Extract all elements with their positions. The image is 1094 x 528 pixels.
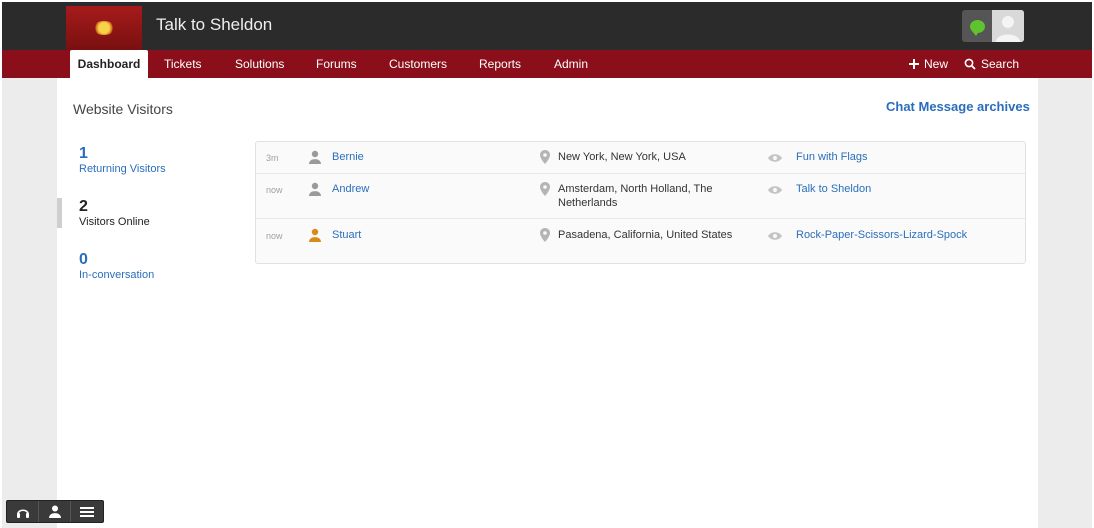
stat-in-conversation[interactable]: 0 In-conversation bbox=[79, 251, 154, 282]
user-avatar[interactable] bbox=[992, 10, 1024, 42]
chat-bubble-icon bbox=[969, 19, 985, 36]
tab-forums[interactable]: Forums bbox=[316, 50, 357, 78]
stat-count: 0 bbox=[79, 251, 88, 268]
visitor-location: Amsterdam, North Holland, The Netherland… bbox=[558, 183, 713, 209]
active-stat-marker bbox=[57, 198, 62, 228]
stat-label: Visitors Online bbox=[79, 216, 150, 228]
visit-time: now bbox=[266, 231, 283, 241]
table-row[interactable]: now Stuart Pasadena, California, United … bbox=[256, 219, 1025, 263]
tab-tickets[interactable]: Tickets bbox=[164, 50, 202, 78]
eye-icon bbox=[768, 186, 782, 194]
tab-reports[interactable]: Reports bbox=[479, 50, 521, 78]
visited-page-link[interactable]: Rock-Paper-Scissors-Lizard-Spock bbox=[796, 229, 967, 241]
stat-visitors-online[interactable]: 2 Visitors Online bbox=[79, 198, 150, 229]
stat-label: In-conversation bbox=[79, 269, 155, 281]
search-button[interactable]: Search bbox=[964, 50, 1019, 78]
profile-button[interactable] bbox=[39, 501, 71, 522]
visitors-table: 3m Bernie New York, New York, USA Fun wi… bbox=[255, 141, 1026, 264]
left-gutter bbox=[2, 78, 57, 528]
tab-solutions[interactable]: Solutions bbox=[235, 50, 284, 78]
location-pin-icon bbox=[540, 150, 550, 164]
visitor-location: Pasadena, California, United States bbox=[558, 229, 733, 241]
search-label: Search bbox=[981, 57, 1020, 71]
app-title: Talk to Sheldon bbox=[156, 15, 273, 34]
top-bar: Talk to Sheldon bbox=[2, 2, 1092, 50]
chat-button[interactable] bbox=[962, 10, 992, 42]
plus-icon bbox=[909, 59, 919, 69]
avatar-person-icon bbox=[992, 10, 1024, 42]
support-button[interactable] bbox=[7, 501, 39, 522]
eye-icon bbox=[768, 232, 782, 240]
person-icon bbox=[309, 182, 321, 196]
person-icon bbox=[48, 505, 61, 518]
eye-icon bbox=[768, 154, 782, 162]
stat-label: Returning Visitors bbox=[79, 163, 166, 175]
right-gutter bbox=[1038, 78, 1092, 528]
table-row[interactable]: 3m Bernie New York, New York, USA Fun wi… bbox=[256, 142, 1025, 174]
visitor-location: New York, New York, USA bbox=[558, 151, 686, 163]
tab-customers[interactable]: Customers bbox=[389, 50, 447, 78]
tab-admin[interactable]: Admin bbox=[554, 50, 588, 78]
visitor-name[interactable]: Stuart bbox=[332, 229, 361, 241]
visitor-name[interactable]: Andrew bbox=[332, 183, 369, 195]
logo-mark bbox=[93, 21, 115, 35]
headset-icon bbox=[16, 508, 29, 518]
visited-page-link[interactable]: Talk to Sheldon bbox=[796, 183, 871, 195]
visitor-name[interactable]: Bernie bbox=[332, 151, 364, 163]
page-title: Website Visitors bbox=[73, 101, 173, 117]
person-icon bbox=[309, 228, 321, 242]
location-pin-icon bbox=[540, 182, 550, 196]
menu-icon bbox=[80, 506, 94, 517]
person-icon bbox=[309, 150, 321, 164]
new-button[interactable]: New bbox=[909, 50, 948, 78]
main-nav: Dashboard Tickets Solutions Forums Custo… bbox=[2, 50, 1092, 78]
table-row[interactable]: now Andrew Amsterdam, North Holland, The… bbox=[256, 174, 1025, 219]
search-icon bbox=[964, 58, 976, 70]
bottom-toolbar bbox=[6, 500, 104, 523]
visit-time: 3m bbox=[266, 153, 279, 163]
stat-count: 2 bbox=[79, 198, 88, 215]
chat-archives-link[interactable]: Chat Message archives bbox=[886, 99, 1030, 114]
location-pin-icon bbox=[540, 228, 550, 242]
visited-page-link[interactable]: Fun with Flags bbox=[796, 151, 868, 163]
stat-count: 1 bbox=[79, 145, 88, 162]
new-label: New bbox=[924, 57, 949, 71]
menu-button[interactable] bbox=[71, 501, 103, 522]
app-logo[interactable] bbox=[66, 6, 142, 50]
tab-dashboard[interactable]: Dashboard bbox=[70, 50, 148, 78]
visit-time: now bbox=[266, 185, 283, 195]
stat-returning-visitors[interactable]: 1 Returning Visitors bbox=[79, 145, 166, 176]
